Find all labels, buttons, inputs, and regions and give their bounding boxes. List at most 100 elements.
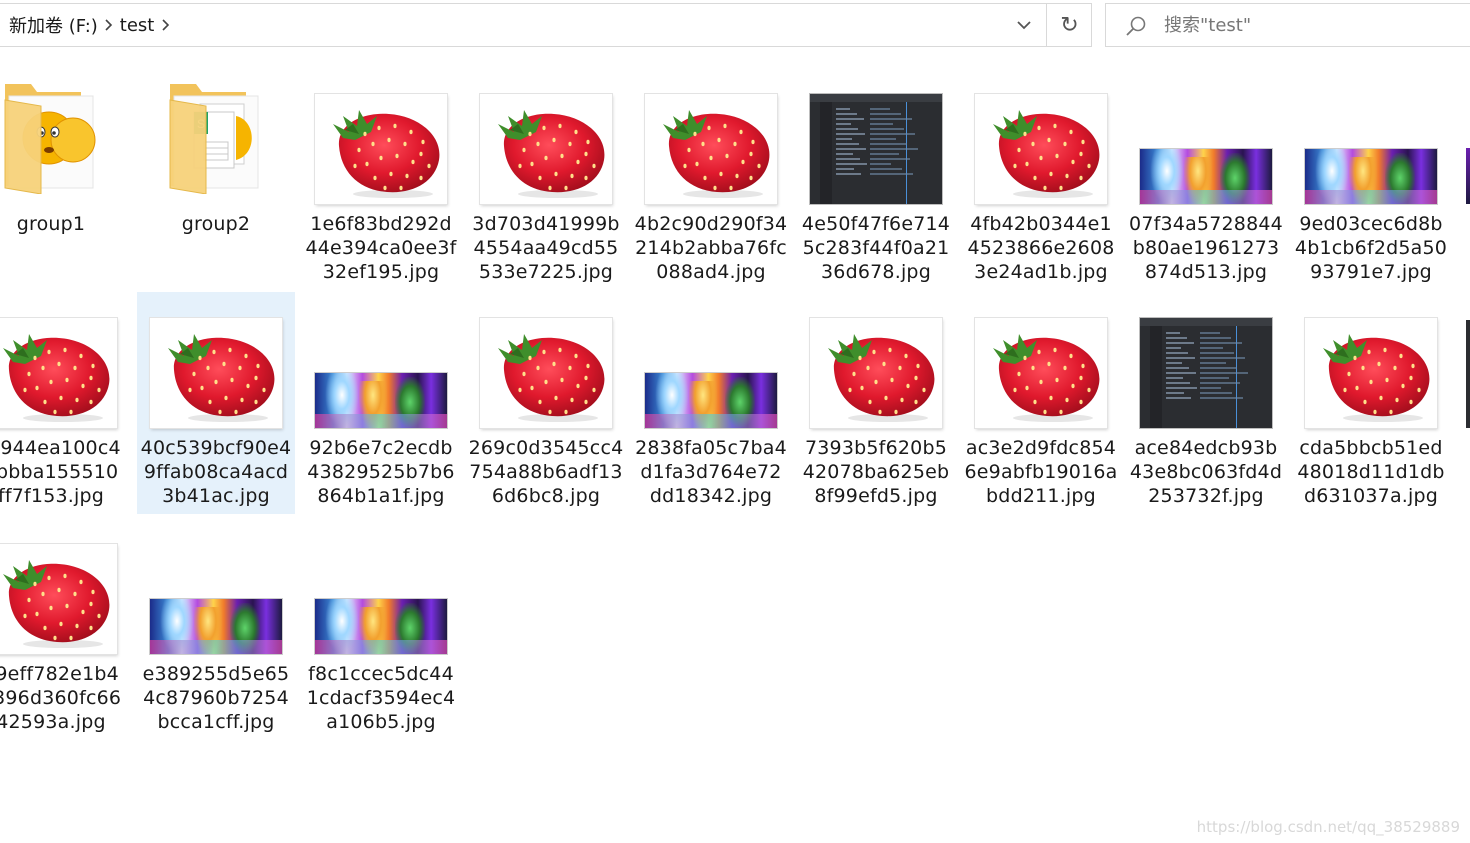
- thumbnail: [467, 68, 625, 204]
- file-name-line: d1fa3d764e72: [640, 461, 782, 483]
- thumbnail: [302, 292, 460, 428]
- file-item[interactable]: 4e50f47f6e714 5c283f44f0a21 36d678.jpg: [797, 68, 955, 290]
- file-name-line: 4b1cb6f2d5a50: [1294, 237, 1448, 259]
- file-name-line: b80ae1961273: [1132, 237, 1280, 259]
- file-name-label: 07f34a5728844 b80ae1961273 874d513.jpg: [1127, 212, 1285, 284]
- file-item[interactable]: f2944ea100c42bbba155510ff7f153.jpg: [0, 292, 130, 514]
- folder-item[interactable]: group1: [0, 68, 130, 290]
- file-name-line: 864b1a1f.jpg: [317, 485, 445, 507]
- file-name-line: e389255d5e65: [142, 663, 290, 685]
- thumbnail-image: [0, 318, 117, 428]
- thumbnail-image: [645, 373, 777, 428]
- thumbnail-image: [315, 599, 447, 654]
- file-item[interactable]: 7393b5f620b5 42078ba625eb 8f99efd5.jpg: [797, 292, 955, 514]
- file-name-line: 754a88b6adf13: [469, 461, 623, 483]
- thumbnail: [1127, 68, 1285, 204]
- file-name-line: 5396d360fc66: [0, 687, 122, 709]
- file-item[interactable]: ace84edcb93b 43e8bc063fd4d 253732f.jpg: [1127, 292, 1285, 514]
- file-name-line: 4554aa49cd55: [473, 237, 619, 259]
- file-name-line: 533e7225.jpg: [478, 261, 614, 283]
- thumbnail: [632, 292, 790, 428]
- file-name-line: a106b5.jpg: [326, 711, 436, 733]
- file-name-line: 42078ba625eb: [802, 461, 950, 483]
- thumbnail-image: [150, 599, 282, 654]
- watermark: https://blog.csdn.net/qq_38529889: [1196, 818, 1460, 836]
- file-item[interactable]: 269c0d3545cc4 754a88b6adf13 6d6bc8.jpg: [467, 292, 625, 514]
- thumbnail: [1292, 292, 1450, 428]
- thumbnail-image: [150, 318, 282, 428]
- file-name-label: cda5bbcb51ed 48018d11d1db d631037a.jpg: [1292, 436, 1450, 508]
- partial-thumbnail[interactable]: [1466, 320, 1470, 428]
- file-name-label: f8c1ccec5dc44 1cdacf3594ec4 a106b5.jpg: [302, 662, 460, 734]
- file-name-line: 4b2c90d290f34: [634, 213, 788, 235]
- file-name-line: 40c539bcf90e4: [140, 437, 292, 459]
- thumbnail-image: [975, 318, 1107, 428]
- file-item[interactable]: e389255d5e65 4c87960b7254 bcca1cff.jpg: [137, 518, 295, 740]
- file-name-line: 4523866e2608: [967, 237, 1115, 259]
- file-item[interactable]: ac3e2d9fdc854 6e9abfb19016a bdd211.jpg: [962, 292, 1120, 514]
- file-name-label: ac3e2d9fdc854 6e9abfb19016a bdd211.jpg: [962, 436, 1120, 508]
- file-item[interactable]: 2838fa05c7ba4 d1fa3d764e72 dd18342.jpg: [632, 292, 790, 514]
- thumbnail-image: [1140, 149, 1272, 204]
- file-item[interactable]: cda5bbcb51ed 48018d11d1db d631037a.jpg: [1292, 292, 1450, 514]
- file-name-label: 2838fa05c7ba4 d1fa3d764e72 dd18342.jpg: [632, 436, 790, 508]
- thumbnail-image: [810, 94, 942, 204]
- file-name-line: ace84edcb93b: [1134, 437, 1278, 459]
- file-item[interactable]: 9ed03cec6d8b 4b1cb6f2d5a50 93791e7.jpg: [1292, 68, 1450, 290]
- file-name-line: 269c0d3545cc4: [468, 437, 624, 459]
- folder-icon: S: [169, 84, 259, 194]
- file-name-line: 214b2abba76fc: [635, 237, 787, 259]
- thumbnail-image: [645, 94, 777, 204]
- file-item[interactable]: 79eff782e1b45396d360fc6642593a.jpg: [0, 518, 130, 740]
- thumbnail: [137, 518, 295, 654]
- thumbnail: [302, 68, 460, 204]
- thumbnail: [962, 68, 1120, 204]
- file-name-label: 9ed03cec6d8b 4b1cb6f2d5a50 93791e7.jpg: [1292, 212, 1450, 284]
- file-item[interactable]: 3d703d41999b 4554aa49cd55 533e7225.jpg: [467, 68, 625, 290]
- file-item[interactable]: 92b6e7c2ecdb 43829525b7b6 864b1a1f.jpg: [302, 292, 460, 514]
- file-item[interactable]: 4b2c90d290f34 214b2abba76fc 088ad4.jpg: [632, 68, 790, 290]
- file-name-line: dd18342.jpg: [649, 485, 773, 507]
- file-item[interactable]: f8c1ccec5dc44 1cdacf3594ec4 a106b5.jpg: [302, 518, 460, 740]
- file-name-label: f2944ea100c42bbba155510ff7f153.jpg: [0, 436, 130, 508]
- file-name-line: 7393b5f620b5: [804, 437, 947, 459]
- file-name-line: 9ed03cec6d8b: [1299, 213, 1443, 235]
- file-name-line: 3e24ad1b.jpg: [974, 261, 1108, 283]
- file-name-line: d631037a.jpg: [1303, 485, 1439, 507]
- thumbnail-image: [480, 318, 612, 428]
- thumbnail-image: [810, 318, 942, 428]
- file-name-label: 4fb42b0344e1 4523866e2608 3e24ad1b.jpg: [962, 212, 1120, 284]
- partial-thumbnail[interactable]: [1466, 148, 1470, 204]
- thumbnail: [632, 68, 790, 204]
- file-name-label: 1e6f83bd292d 44e394ca0ee3f 32ef195.jpg: [302, 212, 460, 284]
- thumbnail: [0, 292, 130, 428]
- file-name-line: 1cdacf3594ec4: [306, 687, 456, 709]
- thumbnail: S: [137, 68, 295, 194]
- file-item[interactable]: 07f34a5728844 b80ae1961273 874d513.jpg: [1127, 68, 1285, 290]
- thumbnail-image: [480, 94, 612, 204]
- thumbnail: [962, 292, 1120, 428]
- file-name-line: 42593a.jpg: [0, 711, 106, 733]
- file-name-line: 6e9abfb19016a: [964, 461, 1118, 483]
- file-name-label: group2: [137, 212, 295, 236]
- file-item[interactable]: 1e6f83bd292d 44e394ca0ee3f 32ef195.jpg: [302, 68, 460, 290]
- file-item[interactable]: 40c539bcf90e4 9ffab08ca4acd 3b41ac.jpg: [137, 292, 295, 514]
- thumbnail: [0, 518, 130, 654]
- file-name-line: bdd211.jpg: [986, 485, 1096, 507]
- file-name-line: 088ad4.jpg: [656, 261, 766, 283]
- thumbnail: [0, 68, 130, 194]
- file-name-line: 3b41ac.jpg: [162, 485, 270, 507]
- file-name-label: 3d703d41999b 4554aa49cd55 533e7225.jpg: [467, 212, 625, 284]
- file-name-label: 79eff782e1b45396d360fc6642593a.jpg: [0, 662, 130, 734]
- file-name-line: 43829525b7b6: [307, 461, 455, 483]
- thumbnail-image: [315, 94, 447, 204]
- file-name-line: f8c1ccec5dc44: [308, 663, 454, 685]
- folder-item[interactable]: Sgroup2: [137, 68, 295, 290]
- file-name-label: 92b6e7c2ecdb 43829525b7b6 864b1a1f.jpg: [302, 436, 460, 508]
- thumbnail: [467, 292, 625, 428]
- file-name-label: 4e50f47f6e714 5c283f44f0a21 36d678.jpg: [797, 212, 955, 284]
- file-name-line: cda5bbcb51ed: [1299, 437, 1443, 459]
- thumbnail: [302, 518, 460, 654]
- file-item[interactable]: 4fb42b0344e1 4523866e2608 3e24ad1b.jpg: [962, 68, 1120, 290]
- thumbnail-image: [1305, 149, 1437, 204]
